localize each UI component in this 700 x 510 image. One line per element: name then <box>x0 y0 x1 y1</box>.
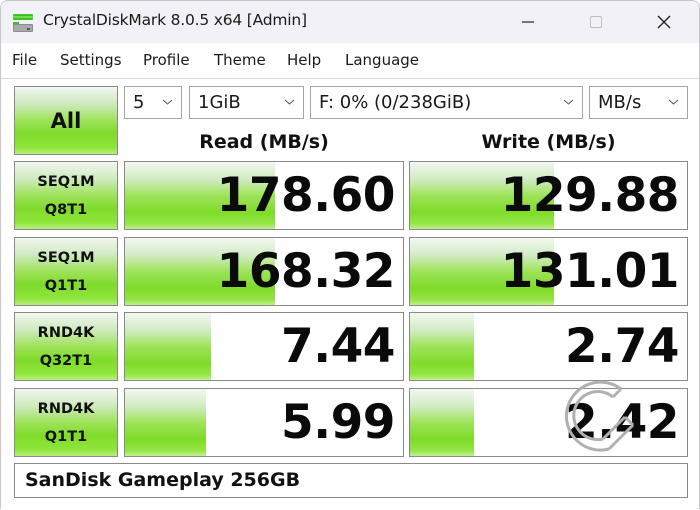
write-value: 131.01 <box>500 244 680 299</box>
test-params: Q32T1 <box>39 352 93 369</box>
read-result-seq1m-q1t1: 168.32 <box>124 237 404 306</box>
chevron-down-icon <box>563 99 574 105</box>
run-all-button[interactable]: All <box>14 86 118 155</box>
test-button-rnd4k-q1t1[interactable]: RND4K Q1T1 <box>14 388 118 457</box>
test-size-select[interactable]: 1GiB <box>189 86 304 119</box>
test-size-value: 1GiB <box>198 92 241 113</box>
test-params: Q1T1 <box>44 277 88 294</box>
write-value: 129.88 <box>500 168 680 223</box>
test-button-seq1m-q8t1[interactable]: SEQ1M Q8T1 <box>14 161 118 230</box>
read-bar <box>125 389 206 456</box>
menu-profile[interactable]: Profile <box>143 51 190 69</box>
read-result-rnd4k-q32t1: 7.44 <box>124 312 404 381</box>
app-window: CrystalDiskMark 8.0.5 x64 [Admin] File S… <box>0 0 700 510</box>
test-name: RND4K <box>37 324 95 341</box>
test-button-rnd4k-q32t1[interactable]: RND4K Q32T1 <box>14 312 118 381</box>
test-count-value: 5 <box>133 92 145 113</box>
write-bar <box>410 389 474 456</box>
chevron-down-icon <box>284 99 295 105</box>
close-button[interactable] <box>641 1 687 43</box>
read-value: 5.99 <box>281 395 395 450</box>
unit-select[interactable]: MB/s <box>589 86 688 119</box>
test-name: SEQ1M <box>37 249 95 266</box>
drive-select[interactable]: F: 0% (0/238GiB) <box>310 86 583 119</box>
read-column-header: Read (MB/s) <box>199 131 329 153</box>
write-result-rnd4k-q32t1: 2.74 <box>409 312 688 381</box>
write-result-seq1m-q1t1: 131.01 <box>409 237 688 306</box>
read-value: 168.32 <box>216 244 396 299</box>
read-bar <box>125 313 212 380</box>
test-params: Q8T1 <box>44 201 88 218</box>
drive-name: SanDisk Gameplay 256GB <box>25 469 301 491</box>
maximize-button[interactable] <box>573 1 619 43</box>
chevron-down-icon <box>668 99 679 105</box>
main-panel: All 5 1GiB F: 0% (0/238GiB) MB/s Read (M… <box>1 79 699 510</box>
write-value: 2.42 <box>565 395 679 450</box>
write-column-header: Write (MB/s) <box>481 131 616 153</box>
test-count-select[interactable]: 5 <box>124 86 182 119</box>
test-button-seq1m-q1t1[interactable]: SEQ1M Q1T1 <box>14 237 118 306</box>
menu-bar: File Settings Profile Theme Help Languag… <box>1 43 699 79</box>
test-name: SEQ1M <box>37 173 95 190</box>
app-drive-icon <box>13 14 33 32</box>
run-all-label: All <box>50 108 82 133</box>
menu-language[interactable]: Language <box>345 51 419 69</box>
minimize-button[interactable] <box>505 1 551 43</box>
maximize-icon <box>590 16 602 28</box>
minimize-icon <box>522 21 534 23</box>
write-value: 2.74 <box>565 319 679 374</box>
title-bar[interactable]: CrystalDiskMark 8.0.5 x64 [Admin] <box>1 1 699 43</box>
write-bar <box>410 313 474 380</box>
read-result-seq1m-q8t1: 178.60 <box>124 161 404 230</box>
menu-settings[interactable]: Settings <box>60 51 122 69</box>
read-value: 7.44 <box>281 319 395 374</box>
unit-select-value: MB/s <box>598 92 642 113</box>
test-params: Q1T1 <box>44 428 88 445</box>
test-name: RND4K <box>37 400 95 417</box>
drive-comment-field[interactable]: SanDisk Gameplay 256GB <box>14 463 688 498</box>
menu-help[interactable]: Help <box>287 51 321 69</box>
drive-select-value: F: 0% (0/238GiB) <box>319 92 472 113</box>
write-result-seq1m-q8t1: 129.88 <box>409 161 688 230</box>
menu-theme[interactable]: Theme <box>214 51 266 69</box>
close-icon <box>657 15 671 29</box>
menu-file[interactable]: File <box>12 51 37 69</box>
read-value: 178.60 <box>216 168 396 223</box>
chevron-down-icon <box>162 99 173 105</box>
write-result-rnd4k-q1t1: 2.42 <box>409 388 688 457</box>
read-result-rnd4k-q1t1: 5.99 <box>124 388 404 457</box>
window-title: CrystalDiskMark 8.0.5 x64 [Admin] <box>43 11 307 29</box>
